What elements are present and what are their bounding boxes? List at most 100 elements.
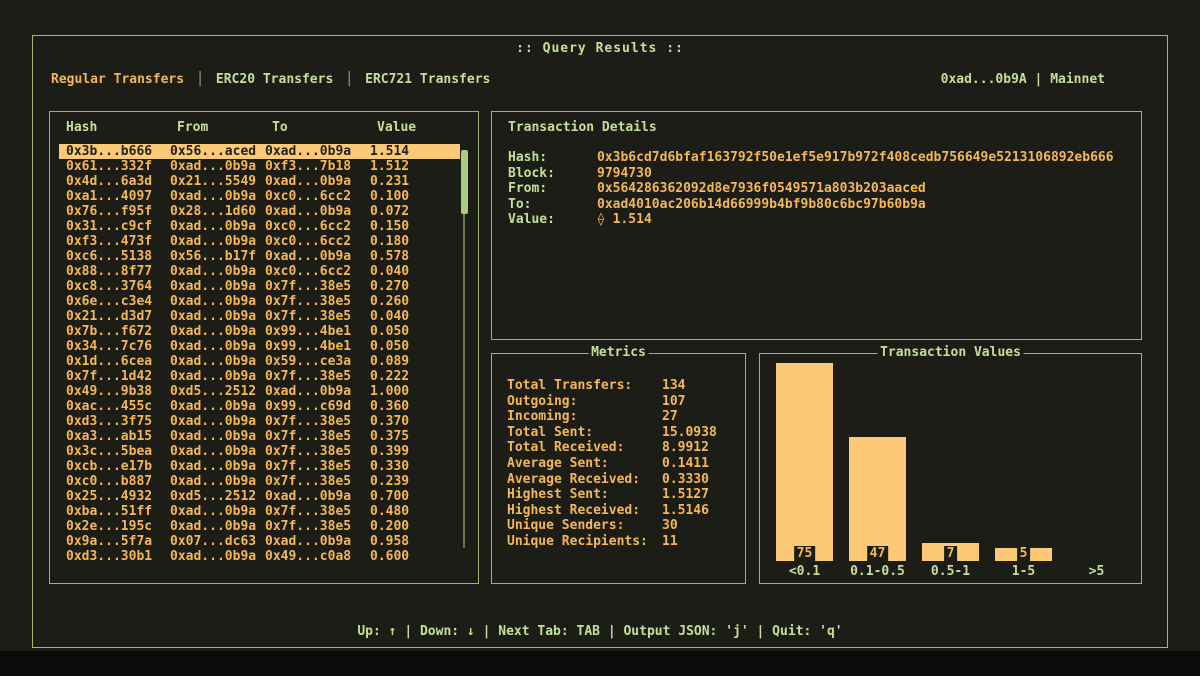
tab-regular-transfers[interactable]: Regular Transfers xyxy=(51,72,184,87)
metric-row: Highest Sent:1.5127 xyxy=(507,487,737,503)
table-row[interactable]: 0x9a...5f7a0x07...dc630xad...0b9a0.958 xyxy=(59,534,460,549)
cell-to: 0xc0...6cc2 xyxy=(265,189,370,204)
metric-label: Highest Received: xyxy=(507,503,662,519)
cell-hash: 0x76...f95f xyxy=(66,204,170,219)
metric-row: Total Transfers:134 xyxy=(507,378,737,394)
cell-hash: 0xf3...473f xyxy=(66,234,170,249)
transfers-table-panel: Hash From To Value 0x3b...b6660x56...ace… xyxy=(49,111,479,584)
table-row[interactable]: 0x21...d3d70xad...0b9a0x7f...38e50.040 xyxy=(59,309,460,324)
cell-to: 0xf3...7b18 xyxy=(265,159,370,174)
cell-from: 0xad...0b9a xyxy=(170,264,265,279)
table-row[interactable]: 0x61...332f0xad...0b9a0xf3...7b181.512 xyxy=(59,159,460,174)
cell-to: 0x7f...38e5 xyxy=(265,309,370,324)
table-row[interactable]: 0x88...8f770xad...0b9a0xc0...6cc20.040 xyxy=(59,264,460,279)
detail-value: ⟠ 1.514 xyxy=(597,212,652,228)
table-row[interactable]: 0xcb...e17b0xad...0b9a0x7f...38e50.330 xyxy=(59,459,460,474)
cell-to: 0x7f...38e5 xyxy=(265,504,370,519)
table-row[interactable]: 0xa3...ab150xad...0b9a0x7f...38e50.375 xyxy=(59,429,460,444)
metrics-panel-title: Metrics xyxy=(588,345,649,360)
cell-value: 0.399 xyxy=(370,444,460,459)
cell-from: 0xad...0b9a xyxy=(170,429,265,444)
detail-row: Hash:0x3b6cd7d6bfaf163792f50e1ef5e917b97… xyxy=(508,150,1131,166)
table-row[interactable]: 0x2e...195c0xad...0b9a0x7f...38e50.200 xyxy=(59,519,460,534)
table-row[interactable]: 0xf3...473f0xad...0b9a0xc0...6cc20.180 xyxy=(59,234,460,249)
cell-value: 0.700 xyxy=(370,489,460,504)
table-row[interactable]: 0xba...51ff0xad...0b9a0x7f...38e50.480 xyxy=(59,504,460,519)
details-title: Transaction Details xyxy=(508,120,657,135)
cell-hash: 0x7b...f672 xyxy=(66,324,170,339)
cell-to: 0x7f...38e5 xyxy=(265,519,370,534)
cell-value: 0.100 xyxy=(370,189,460,204)
table-row[interactable]: 0xac...455c0xad...0b9a0x99...c69d0.360 xyxy=(59,399,460,414)
cell-hash: 0x4d...6a3d xyxy=(66,174,170,189)
cell-to: 0x59...ce3a xyxy=(265,354,370,369)
cell-to: 0x7f...38e5 xyxy=(265,369,370,384)
cell-hash: 0x34...7c76 xyxy=(66,339,170,354)
cell-value: 0.260 xyxy=(370,294,460,309)
cell-from: 0x28...1d60 xyxy=(170,204,265,219)
window-title: :: Query Results :: xyxy=(33,41,1167,56)
cell-from: 0x56...aced xyxy=(170,144,265,159)
metric-value: 0.1411 xyxy=(662,456,709,472)
bar-category-label: 1-5 xyxy=(987,564,1060,579)
histogram-bar: 5 xyxy=(995,548,1052,561)
cell-hash: 0x21...d3d7 xyxy=(66,309,170,324)
table-row[interactable]: 0x34...7c760xad...0b9a0x99...4be10.050 xyxy=(59,339,460,354)
table-row[interactable]: 0x76...f95f0x28...1d600xad...0b9a0.072 xyxy=(59,204,460,219)
cell-from: 0xad...0b9a xyxy=(170,474,265,489)
table-row[interactable]: 0xd3...3f750xad...0b9a0x7f...38e50.370 xyxy=(59,414,460,429)
column-header-to: To xyxy=(272,120,377,144)
metrics-rows: Total Transfers:134Outgoing:107Incoming:… xyxy=(507,378,737,550)
table-row[interactable]: 0x49...9b380xd5...25120xad...0b9a1.000 xyxy=(59,384,460,399)
cell-from: 0xad...0b9a xyxy=(170,414,265,429)
bar-category-label: >5 xyxy=(1060,564,1133,579)
cell-hash: 0x3b...b666 xyxy=(66,144,170,159)
cell-value: 0.231 xyxy=(370,174,460,189)
cell-value: 1.000 xyxy=(370,384,460,399)
cell-to: 0xad...0b9a xyxy=(265,534,370,549)
table-row[interactable]: 0xc0...b8870xad...0b9a0x7f...38e50.239 xyxy=(59,474,460,489)
detail-row: From:0x564286362092d8e7936f0549571a803b2… xyxy=(508,181,1131,197)
cell-to: 0xad...0b9a xyxy=(265,204,370,219)
scrollbar-thumb[interactable] xyxy=(461,150,468,214)
bar-category-label: <0.1 xyxy=(768,564,841,579)
cell-value: 0.958 xyxy=(370,534,460,549)
table-row[interactable]: 0x3b...b6660x56...aced0xad...0b9a1.514 xyxy=(59,144,460,159)
metric-value: 134 xyxy=(662,378,685,394)
cell-hash: 0x3c...5bea xyxy=(66,444,170,459)
cell-hash: 0xa1...4097 xyxy=(66,189,170,204)
table-row[interactable]: 0xc8...37640xad...0b9a0x7f...38e50.270 xyxy=(59,279,460,294)
table-row[interactable]: 0x7b...f6720xad...0b9a0x99...4be10.050 xyxy=(59,324,460,339)
cell-hash: 0x88...8f77 xyxy=(66,264,170,279)
table-row[interactable]: 0x1d...6cea0xad...0b9a0x59...ce3a0.089 xyxy=(59,354,460,369)
metrics-panel: Metrics Total Transfers:134Outgoing:107I… xyxy=(491,353,746,584)
metric-row: Total Sent:15.0938 xyxy=(507,425,737,441)
table-row[interactable]: 0x4d...6a3d0x21...55490xad...0b9a0.231 xyxy=(59,174,460,189)
cell-from: 0xad...0b9a xyxy=(170,399,265,414)
metric-label: Total Transfers: xyxy=(507,378,662,394)
metric-label: Total Sent: xyxy=(507,425,662,441)
table-row[interactable]: 0xa1...40970xad...0b9a0xc0...6cc20.100 xyxy=(59,189,460,204)
metric-label: Average Received: xyxy=(507,472,662,488)
transaction-values-chart-panel: Transaction Values 754775 <0.10.1-0.50.5… xyxy=(759,353,1142,584)
tab-erc721-transfers[interactable]: ERC721 Transfers xyxy=(365,72,490,87)
cell-hash: 0x61...332f xyxy=(66,159,170,174)
table-row[interactable]: 0xd3...30b10xad...0b9a0x49...c0a80.600 xyxy=(59,549,460,564)
table-row[interactable]: 0x7f...1d420xad...0b9a0x7f...38e50.222 xyxy=(59,369,460,384)
table-row[interactable]: 0x6e...c3e40xad...0b9a0x7f...38e50.260 xyxy=(59,294,460,309)
cell-hash: 0xc8...3764 xyxy=(66,279,170,294)
bar-slot xyxy=(1060,361,1133,561)
cell-hash: 0x6e...c3e4 xyxy=(66,294,170,309)
table-row[interactable]: 0x3c...5bea0xad...0b9a0x7f...38e50.399 xyxy=(59,444,460,459)
table-row[interactable]: 0xc6...51380x56...b17f0xad...0b9a0.578 xyxy=(59,249,460,264)
tab-erc20-transfers[interactable]: ERC20 Transfers xyxy=(216,72,333,87)
cell-from: 0xad...0b9a xyxy=(170,219,265,234)
table-row[interactable]: 0x31...c9cf0xad...0b9a0xc0...6cc20.150 xyxy=(59,219,460,234)
table-row[interactable]: 0x25...49320xd5...25120xad...0b9a0.700 xyxy=(59,489,460,504)
cell-from: 0xd5...2512 xyxy=(170,384,265,399)
detail-row: Value:⟠ 1.514 xyxy=(508,212,1131,228)
chart-bars: 754775 xyxy=(768,361,1133,561)
cell-from: 0x56...b17f xyxy=(170,249,265,264)
cell-from: 0xad...0b9a xyxy=(170,324,265,339)
cell-value: 1.514 xyxy=(370,144,460,159)
